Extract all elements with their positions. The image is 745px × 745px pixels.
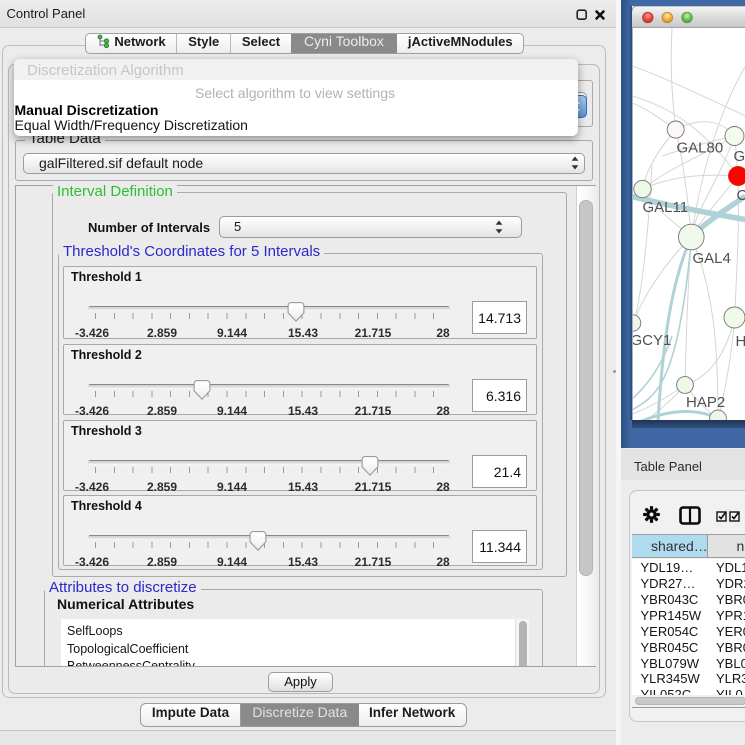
- svg-text:GAL80: GAL80: [676, 139, 723, 156]
- svg-text:HAP2: HAP2: [686, 394, 725, 411]
- svg-text:C: C: [736, 187, 745, 204]
- svg-text:GCY1: GCY1: [632, 332, 671, 349]
- svg-text:H: H: [735, 333, 745, 350]
- svg-text:GAL11: GAL11: [642, 199, 688, 216]
- svg-text:GAL4: GAL4: [692, 250, 730, 267]
- svg-text:GA: GA: [733, 148, 745, 165]
